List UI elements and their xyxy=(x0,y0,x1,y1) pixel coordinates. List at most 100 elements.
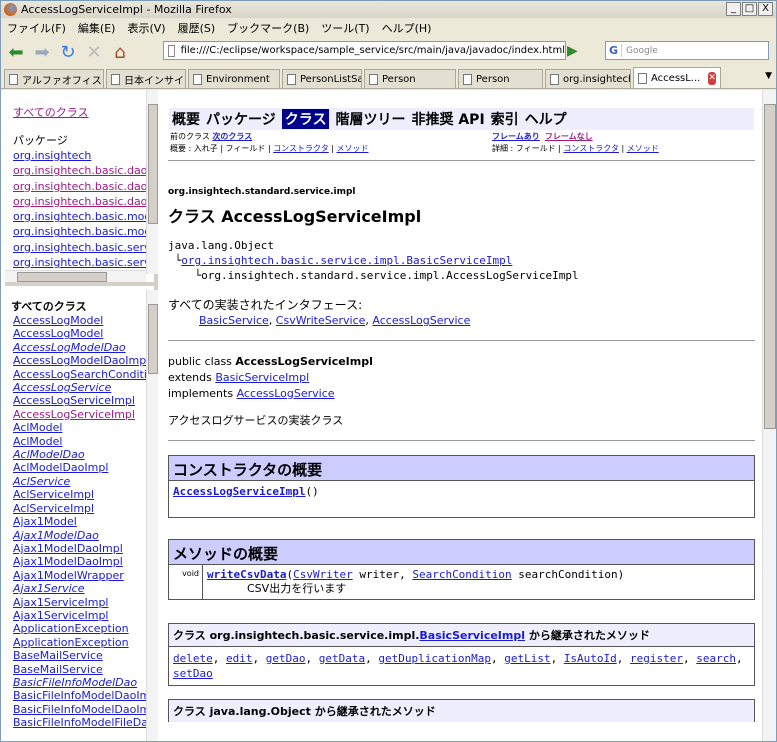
summary-method-link[interactable]: メソッド xyxy=(337,144,369,153)
interface-link[interactable]: BasicService xyxy=(199,314,269,327)
class-link[interactable]: ApplicationException xyxy=(13,636,129,649)
interface-link[interactable]: CsvWriteService xyxy=(276,314,366,327)
decl-extends-link[interactable]: BasicServiceImpl xyxy=(215,371,309,384)
class-link[interactable]: Ajax1ModelDao xyxy=(13,529,99,542)
package-link[interactable]: org.insightech.basic.mode xyxy=(13,210,158,223)
inherited-method-link[interactable]: getList xyxy=(504,652,550,665)
class-link[interactable]: AccessLogSearchConditio xyxy=(13,368,154,381)
go-arrow-icon[interactable]: ▶ xyxy=(567,43,578,59)
tab-person-2[interactable]: Person xyxy=(458,69,543,88)
detail-constructor-link[interactable]: コンストラクタ xyxy=(563,144,619,153)
nav-help[interactable]: ヘルプ xyxy=(525,109,567,129)
search-input[interactable]: G Google xyxy=(605,41,769,60)
home-icon[interactable]: ⌂ xyxy=(109,41,131,63)
nav-package[interactable]: パッケージ xyxy=(206,109,276,129)
tab-personlistsa[interactable]: PersonListSa... xyxy=(282,69,362,88)
class-link[interactable]: AccessLogModel xyxy=(13,314,103,327)
tab-alpha-office[interactable]: アルファオフィス xyxy=(4,69,104,88)
interface-link[interactable]: AccessLogService xyxy=(372,314,470,327)
class-link[interactable]: AccessLogServiceImpl xyxy=(13,394,135,407)
stop-icon[interactable]: ✕ xyxy=(83,41,105,63)
detail-method-link[interactable]: メソッド xyxy=(627,144,659,153)
tab-person-1[interactable]: Person xyxy=(364,69,456,88)
class-vscrollbar[interactable] xyxy=(146,290,158,741)
nav-tree[interactable]: 階層ツリー xyxy=(335,109,405,129)
class-link[interactable]: AccessLogModel xyxy=(13,327,103,340)
frames-link[interactable]: フレームあり xyxy=(492,132,540,141)
inherited-method-link[interactable]: search xyxy=(696,652,736,665)
menu-edit[interactable]: 編集(E) xyxy=(78,20,116,36)
param-type-link[interactable]: CsvWriter xyxy=(293,568,353,581)
nav-overview[interactable]: 概要 xyxy=(172,109,200,129)
scroll-thumb[interactable] xyxy=(17,272,107,282)
class-link[interactable]: BaseMailService xyxy=(13,663,103,676)
search-engine-icon[interactable]: G xyxy=(606,44,623,57)
scroll-thumb[interactable] xyxy=(148,304,158,374)
class-link[interactable]: ApplicationException xyxy=(13,622,129,635)
method-link[interactable]: writeCsvData xyxy=(207,568,286,581)
class-link[interactable]: AclModelDao xyxy=(13,448,85,461)
package-link[interactable]: org.insightech.basic.dao.fi xyxy=(13,180,158,193)
menu-bookmarks[interactable]: ブックマーク(B) xyxy=(227,20,309,36)
package-link[interactable]: org.insightech.basic.mode xyxy=(13,225,158,238)
class-link[interactable]: BasicFileInfoModelDaoImp xyxy=(13,703,157,716)
next-class-link[interactable]: 次のクラス xyxy=(212,132,252,141)
tab-accesslog-active[interactable]: AccessL... ✕ xyxy=(633,67,721,88)
class-link[interactable]: Ajax1ServiceImpl xyxy=(13,609,108,622)
tab-close-icon[interactable]: ✕ xyxy=(708,71,716,85)
all-classes-link[interactable]: すべてのクラス xyxy=(13,104,89,120)
reload-icon[interactable]: ↻ xyxy=(57,41,79,63)
inherit-parent-link[interactable]: org.insightech.basic.service.impl.BasicS… xyxy=(181,254,512,267)
class-link[interactable]: AccessLogModelDaoImpl xyxy=(13,354,149,367)
package-link[interactable]: org.insightech.basic.servic xyxy=(13,241,158,254)
class-link[interactable]: Ajax1ModelWrapper xyxy=(13,569,124,582)
inherited-class-link[interactable]: BasicServiceImpl xyxy=(419,629,525,642)
inherited-method-link[interactable]: edit xyxy=(226,652,253,665)
class-link[interactable]: Ajax1Service xyxy=(13,582,84,595)
menu-view[interactable]: 表示(V) xyxy=(127,20,165,36)
close-button[interactable]: X xyxy=(758,2,773,16)
class-link[interactable]: AclServiceImpl xyxy=(13,502,94,515)
class-link[interactable]: Ajax1Model xyxy=(13,515,77,528)
class-link[interactable]: BasicFileInfoModelDaoImp xyxy=(13,689,157,702)
inherited-method-link[interactable]: setDao xyxy=(173,667,213,680)
minimize-button[interactable]: _ xyxy=(726,2,741,16)
class-link[interactable]: Ajax1ModelDaoImpl xyxy=(13,542,123,555)
class-link[interactable]: AclModel xyxy=(13,421,62,434)
class-link[interactable]: AccessLogService xyxy=(13,381,111,394)
menu-tools[interactable]: ツール(T) xyxy=(321,20,369,36)
class-link[interactable]: AclServiceImpl xyxy=(13,488,94,501)
class-link[interactable]: AclService xyxy=(13,475,70,488)
decl-implements-link[interactable]: AccessLogService xyxy=(237,387,335,400)
class-link[interactable]: AclModelDaoImpl xyxy=(13,461,108,474)
menu-history[interactable]: 履歴(S) xyxy=(178,20,216,36)
class-link[interactable]: BasicFileInfoModelDao xyxy=(13,676,137,689)
noframes-link[interactable]: フレームなし xyxy=(545,132,593,141)
package-vscrollbar[interactable] xyxy=(146,90,158,274)
scroll-thumb[interactable] xyxy=(148,104,158,224)
menu-help[interactable]: ヘルプ(H) xyxy=(382,20,432,36)
url-bar[interactable]: file:///C:/eclipse/workspace/sample_serv… xyxy=(163,41,566,60)
constructor-link[interactable]: AccessLogServiceImpl xyxy=(173,485,305,498)
package-link[interactable]: org.insightech.basic.dao.h xyxy=(13,195,158,208)
tab-org-insightech[interactable]: org.insightech... xyxy=(545,69,631,88)
class-link[interactable]: Ajax1ServiceImpl xyxy=(13,596,108,609)
class-link[interactable]: BaseMailService xyxy=(13,649,103,662)
menu-file[interactable]: ファイル(F) xyxy=(7,20,66,36)
inherited-method-link[interactable]: register xyxy=(630,652,683,665)
summary-constructor-link[interactable]: コンストラクタ xyxy=(273,144,329,153)
nav-index[interactable]: 索引 xyxy=(491,109,519,129)
tab-list-arrow-icon[interactable]: ▼ xyxy=(765,71,772,81)
nav-deprecated[interactable]: 非推奨 API xyxy=(411,109,484,129)
inherited-method-link[interactable]: getDao xyxy=(266,652,306,665)
class-link[interactable]: AccessLogServiceImpl xyxy=(13,408,135,421)
inherited-method-link[interactable]: getData xyxy=(319,652,365,665)
inherited-method-link[interactable]: getDuplicationMap xyxy=(378,652,491,665)
inherited-method-link[interactable]: delete xyxy=(173,652,213,665)
package-hscrollbar[interactable] xyxy=(5,270,146,282)
package-link[interactable]: org.insightech.basic.dao xyxy=(13,164,147,177)
back-arrow-icon[interactable]: ⬅ xyxy=(5,41,27,63)
inherited-method-link[interactable]: IsAutoId xyxy=(564,652,617,665)
forward-arrow-icon[interactable]: ➡ xyxy=(31,41,53,63)
class-link[interactable]: AclModel xyxy=(13,435,62,448)
